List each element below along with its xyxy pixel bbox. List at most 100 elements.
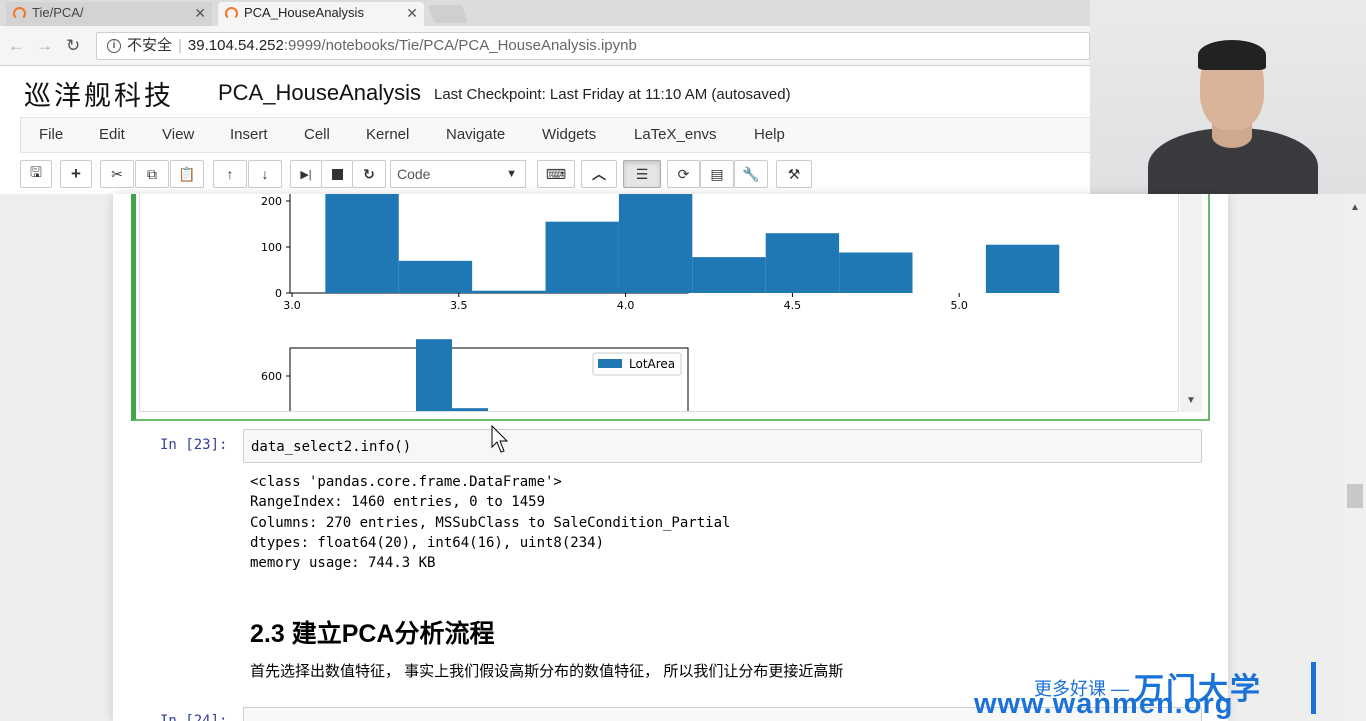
move-up-button[interactable]: ↑ (213, 160, 247, 188)
scroll-down-icon[interactable]: ▼ (1186, 395, 1196, 406)
security-label: 不安全 (127, 37, 173, 54)
histogram-bar (472, 290, 546, 293)
output-scrollbar[interactable]: ▼ (1180, 194, 1202, 412)
paste-icon: 📋 (178, 165, 196, 182)
y-tick-label: 0 (275, 287, 282, 300)
new-tab-button[interactable] (427, 5, 469, 23)
x-tick-label: 4.5 (784, 299, 802, 312)
scrollbar-thumb[interactable] (1347, 484, 1363, 508)
settings-button[interactable]: 🔧 (734, 160, 768, 188)
histogram-output: 3.0 3.5 4.0 4.5 5.0 0 100 200 600500LotArea (261, 194, 1060, 411)
next-input-prompt: In [24]: (160, 713, 228, 721)
checkpoint-status: Last Checkpoint: Last Friday at 11:10 AM… (434, 86, 791, 103)
close-tab-icon[interactable]: ✕ (406, 2, 418, 24)
menu-cell[interactable]: Cell (304, 126, 330, 143)
chevron-up-icon: ︿ (592, 166, 606, 182)
tab-title: PCA_HouseAnalysis (244, 5, 364, 20)
menu-kernel[interactable]: Kernel (366, 126, 409, 143)
histogram-bar (618, 194, 693, 293)
refresh-button[interactable]: ⟳ (667, 160, 700, 188)
url-path: :9999/notebooks/Tie/PCA/PCA_HouseAnalysi… (283, 37, 637, 54)
keyboard-icon: ⌨ (545, 165, 567, 182)
legend-label: LotArea (629, 357, 675, 371)
step-forward-icon: ▶| (300, 168, 312, 181)
browser-tab-pca-folder[interactable]: Tie/PCA/ ✕ (6, 2, 212, 26)
code-input[interactable]: data_select2.info() (243, 429, 1202, 463)
cell-output-text: <class 'pandas.core.frame.DataFrame'> Ra… (250, 474, 731, 572)
info-icon[interactable]: i (107, 39, 121, 54)
arrow-up-icon: ↑ (226, 166, 234, 182)
menu-edit[interactable]: Edit (99, 126, 125, 143)
menu-insert[interactable]: Insert (230, 126, 268, 143)
command-palette-button[interactable]: ⌨ (537, 160, 575, 188)
menu-latex-envs[interactable]: LaTeX_envs (634, 126, 717, 143)
menu-navigate[interactable]: Navigate (446, 126, 505, 143)
menu-help[interactable]: Help (754, 126, 785, 143)
browser-tab-notebook[interactable]: PCA_HouseAnalysis ✕ (218, 2, 424, 26)
refresh-icon: ⟳ (677, 165, 690, 182)
scroll-up-icon[interactable]: ▲ (1350, 202, 1360, 213)
histogram-bar (545, 221, 619, 293)
presenter-hair (1198, 40, 1266, 70)
markdown-paragraph: 首先选择出数值特征， 事实上我们假设高斯分布的数值特征， 所以我们让分布更接近高… (250, 663, 844, 680)
back-arrow-icon[interactable]: ← (8, 36, 25, 56)
histogram-bar (416, 339, 452, 411)
x-tick-label: 3.5 (450, 299, 468, 312)
jupyter-favicon-icon (13, 7, 26, 20)
run-button[interactable]: ▶| (290, 160, 322, 188)
watermark-bar (1311, 662, 1316, 714)
menu-widgets[interactable]: Widgets (542, 126, 596, 143)
browser-address-bar: ← → ↻ i 不安全 | 39.104.54.252:9999/notebooks/… (0, 26, 1090, 66)
histogram-bar (765, 233, 840, 293)
caret-down-icon: ▼ (506, 168, 517, 180)
arrow-down-icon: ↓ (261, 166, 269, 182)
build-button[interactable]: ⚒ (776, 160, 812, 188)
menu-file[interactable]: File (39, 126, 63, 143)
cell-type-select[interactable]: Code ▼ (390, 160, 526, 188)
notebook-header: 巡洋舰科技 PCA_HouseAnalysis Last Checkpoint:… (0, 66, 1090, 194)
plus-icon: + (71, 164, 81, 183)
histogram-chart-1: 3.0 3.5 4.0 4.5 5.0 0 100 200 (261, 194, 1060, 312)
browser-tab-bar: Tie/PCA/ ✕ PCA_HouseAnalysis ✕ (0, 0, 1090, 26)
collapse-button[interactable]: ︿ (581, 160, 617, 188)
gavel-icon: ⚒ (787, 165, 801, 182)
list-icon: ☰ (635, 165, 649, 182)
cut-button[interactable]: ✂ (100, 160, 134, 188)
close-tab-icon[interactable]: ✕ (194, 2, 206, 24)
paste-button[interactable]: 📋 (170, 160, 204, 188)
histogram-bar (398, 260, 473, 293)
forward-arrow-icon[interactable]: → (36, 36, 53, 56)
save-icon: 🖫 (30, 164, 42, 180)
menu-view[interactable]: View (162, 126, 194, 143)
interrupt-button[interactable] (321, 160, 353, 188)
histogram-bar (452, 408, 488, 411)
book-button[interactable]: ▤ (700, 160, 734, 188)
reload-icon[interactable]: ↻ (66, 36, 80, 56)
scissors-icon: ✂ (111, 165, 123, 182)
toc-button[interactable]: ☰ (623, 160, 661, 188)
save-button[interactable]: 🖫 (20, 160, 52, 188)
y-tick-label: 200 (261, 195, 282, 208)
page-scrollbar[interactable]: ▲ (1344, 194, 1366, 721)
histogram-bar (325, 194, 399, 293)
move-down-button[interactable]: ↓ (248, 160, 282, 188)
histogram-bar (692, 257, 766, 293)
insert-cell-button[interactable]: + (60, 160, 92, 188)
menu-bar: File Edit View Insert Cell Kernel Naviga… (20, 117, 1090, 153)
logo: 巡洋舰科技 (24, 81, 174, 112)
url-input[interactable]: i 不安全 | 39.104.54.252:9999/notebooks/Tie/PC… (96, 32, 1090, 60)
mouse-cursor-icon (491, 425, 509, 453)
stop-icon (331, 168, 343, 180)
restart-button[interactable]: ↻ (352, 160, 386, 188)
x-tick-label: 3.0 (283, 299, 301, 312)
notebook-name[interactable]: PCA_HouseAnalysis (218, 80, 421, 106)
copy-icon: ⧉ (147, 165, 157, 182)
legend-swatch (598, 359, 622, 368)
x-tick-label: 5.0 (950, 299, 968, 312)
watermark-url: www.wanmen.org (974, 688, 1234, 720)
input-prompt: In [23]: (160, 437, 228, 453)
notebook-toolbar: 🖫 + ✂ ⧉ 📋 ↑ ↓ ▶| ↻ Code ▼ ⌨ ︿ ☰ ⟳ ▤ 🔧 ⚒ (0, 158, 1090, 194)
copy-button[interactable]: ⧉ (135, 160, 169, 188)
cell-output-scroll[interactable]: 3.0 3.5 4.0 4.5 5.0 0 100 200 600500LotArea (139, 194, 1179, 412)
section-heading: 2.3 建立PCA分析流程 (250, 620, 495, 648)
